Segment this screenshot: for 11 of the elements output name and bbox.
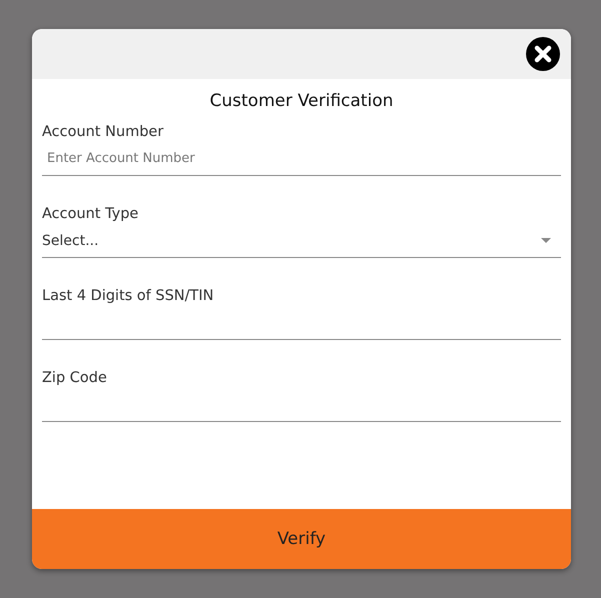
select-field[interactable]: Select... (42, 224, 561, 258)
field-label: Zip Code (42, 369, 108, 388)
field-label: Account Number (42, 123, 164, 142)
close-icon (534, 45, 552, 63)
field-label: Last 4 Digits of SSN/TIN (42, 287, 215, 306)
close-button[interactable] (526, 37, 560, 71)
input-field[interactable]: Enter Account Number (42, 142, 561, 176)
field-label: Account Type (42, 205, 140, 224)
dialog-title: Customer Verification (208, 91, 394, 111)
caret-icon (541, 238, 551, 243)
verify-button[interactable]: Verify (32, 509, 571, 569)
